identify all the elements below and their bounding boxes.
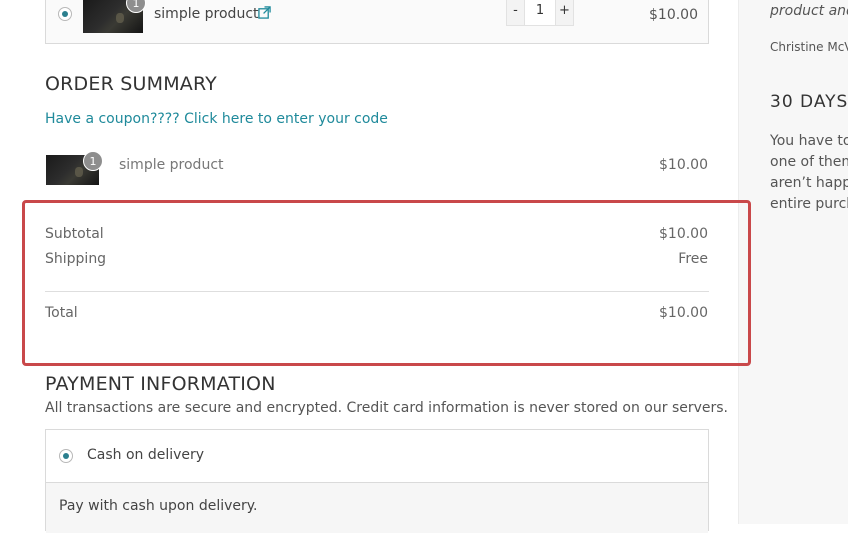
totals-highlight-box	[22, 200, 751, 366]
coupon-link[interactable]: Have a coupon???? Click here to enter yo…	[45, 111, 388, 127]
right-sidebar: product and Christine McV 30 DAYS You ha…	[738, 0, 848, 524]
summary-item-name: simple product	[119, 157, 224, 173]
guarantee-text-line: one of them	[770, 154, 848, 170]
payment-method-radio[interactable]	[59, 449, 73, 463]
external-link-icon[interactable]	[258, 6, 271, 19]
guarantee-text-line: You have to	[770, 133, 848, 149]
product-price: $10.00	[649, 7, 698, 23]
testimonial-quote: product and	[770, 3, 848, 19]
radio-dot	[62, 11, 68, 17]
order-summary-title: ORDER SUMMARY	[45, 73, 217, 95]
quantity-decrease-button[interactable]: -	[506, 0, 525, 26]
payment-methods: Cash on delivery Pay with cash upon deli…	[45, 429, 709, 533]
guarantee-text-line: entire purch	[770, 196, 848, 212]
quantity-stepper: - 1 +	[506, 0, 574, 26]
quantity-increase-button[interactable]: +	[555, 0, 574, 26]
payment-information-title: PAYMENT INFORMATION	[45, 373, 276, 395]
guarantee-text-line: aren’t happy	[770, 175, 848, 191]
radio-dot	[63, 453, 69, 459]
testimonial-author: Christine McV	[770, 40, 848, 54]
product-radio[interactable]	[58, 7, 72, 21]
summary-item-badge: 1	[83, 151, 103, 171]
payment-secure-note: All transactions are secure and encrypte…	[45, 400, 728, 416]
product-name-link[interactable]: simple product	[154, 6, 259, 22]
payment-method-description: Pay with cash upon delivery.	[59, 498, 258, 514]
summary-item-price: $10.00	[659, 157, 708, 173]
payment-method-label[interactable]: Cash on delivery	[87, 447, 204, 463]
payment-method-cod[interactable]: Cash on delivery	[46, 430, 708, 483]
guarantee-title: 30 DAYS	[770, 92, 848, 112]
quantity-value[interactable]: 1	[525, 0, 555, 26]
payment-method-description-box: Pay with cash upon delivery.	[46, 483, 708, 533]
cart-product-row: 1 simple product - 1 + $10.00	[45, 0, 709, 44]
